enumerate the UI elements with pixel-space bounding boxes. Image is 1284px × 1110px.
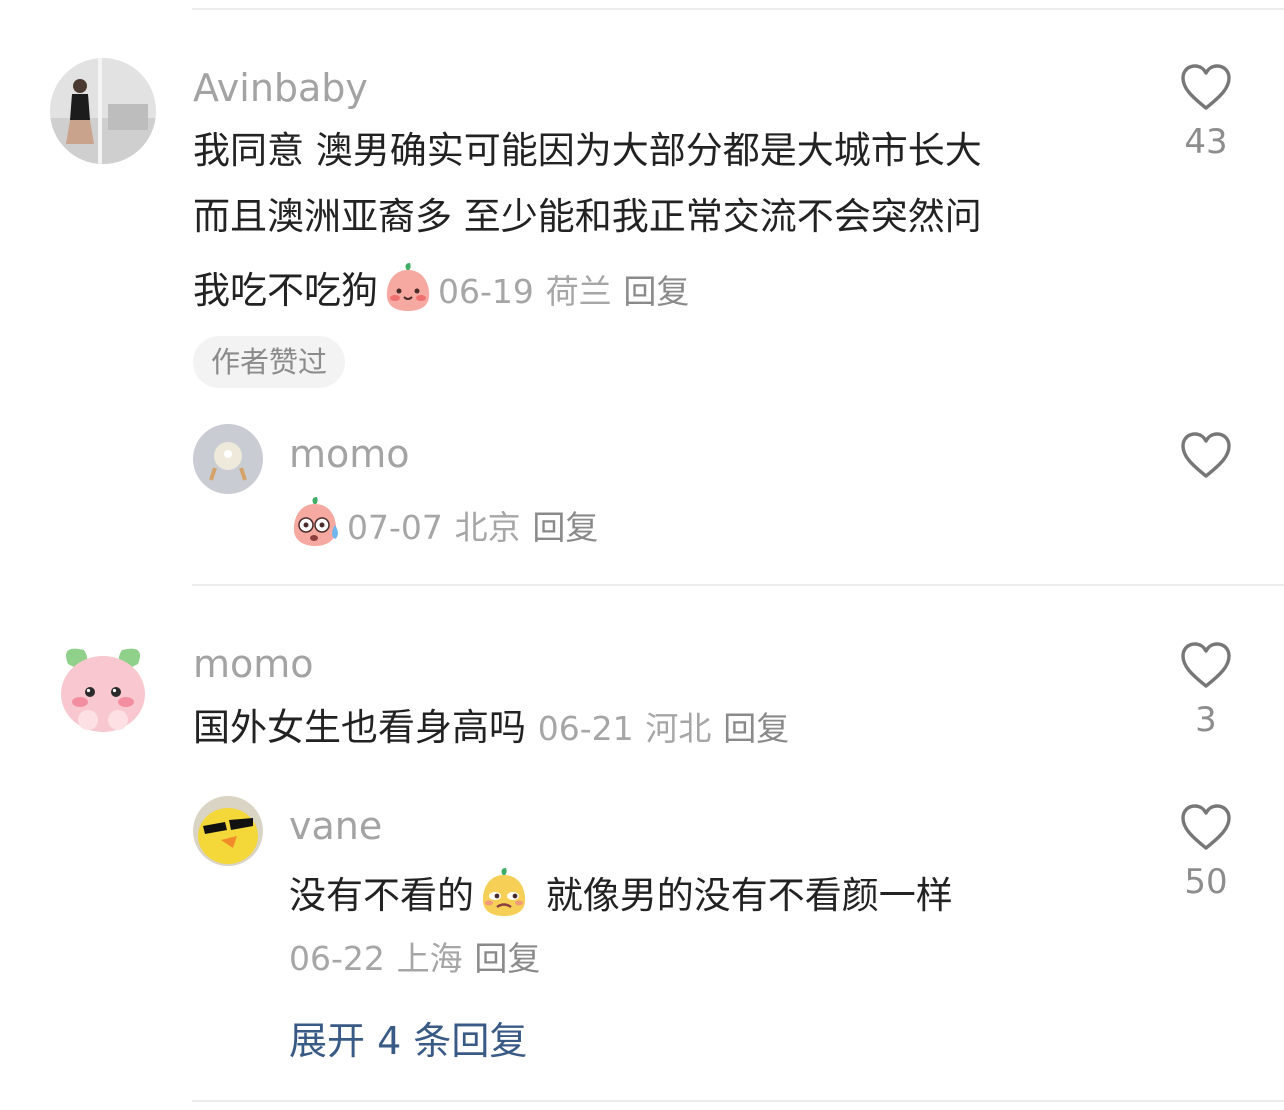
comment-text-line: 国外女生也看身高吗 06-21 河北 回复 (193, 705, 789, 752)
like-button[interactable]: 50 (1166, 802, 1246, 902)
reply-button[interactable]: 回复 (723, 709, 789, 748)
like-button[interactable] (1166, 430, 1246, 490)
like-count: 50 (1184, 862, 1228, 902)
comment-text-line: 而且澳洲亚裔多 至少能和我正常交流不会突然问 (193, 195, 982, 238)
comment-text-line: 我同意 澳男确实可能因为大部分都是大城市长大 (193, 129, 982, 172)
comment-username[interactable]: Avinbaby (193, 66, 368, 110)
blush-peach-emoji (382, 261, 434, 313)
reply-date: 06-22 (289, 939, 385, 978)
reply-username[interactable]: vane (289, 804, 382, 848)
heart-outline-icon (1181, 804, 1231, 850)
reply-button[interactable]: 回复 (474, 939, 540, 978)
top-divider (192, 8, 1284, 10)
reply-location: 上海 (396, 939, 463, 978)
reply-meta-line: 07-07 北京 回复 (289, 495, 598, 551)
reply-button[interactable]: 回复 (623, 272, 689, 311)
reply-location: 北京 (454, 508, 521, 547)
reply-username[interactable]: momo (289, 432, 410, 476)
avatar[interactable] (193, 796, 263, 866)
reply-text: 就像男的没有不看颜一样 (534, 874, 953, 917)
reply-meta-line: 06-22 上海 回复 (289, 935, 540, 982)
reply-button[interactable]: 回复 (532, 508, 598, 547)
reply-date: 07-07 (347, 508, 443, 547)
like-button[interactable]: 3 (1166, 640, 1246, 740)
expand-replies-link[interactable]: 展开 4 条回复 (289, 1018, 527, 1064)
like-count: 3 (1195, 700, 1217, 740)
avatar[interactable] (193, 424, 263, 494)
heart-outline-icon (1181, 64, 1231, 110)
bottom-divider (192, 1100, 1284, 1102)
comment-text: 国外女生也看身高吗 (193, 706, 526, 749)
like-button[interactable]: 43 (1166, 62, 1246, 162)
avatar[interactable] (50, 634, 156, 740)
smug-face-emoji (478, 866, 530, 918)
comment-text-line: 我吃不吃狗 (193, 269, 378, 312)
heart-outline-icon (1181, 432, 1231, 478)
comment-divider (192, 584, 1284, 586)
comment-location: 河北 (645, 709, 712, 748)
comment-text-last-line: 我吃不吃狗 06-19 荷兰 回复 (193, 261, 689, 315)
heart-outline-icon (1181, 642, 1231, 688)
comment-date: 06-19 (438, 272, 534, 311)
avatar[interactable] (50, 58, 156, 164)
sweat-peach-emoji (289, 495, 343, 549)
author-liked-tag: 作者赞过 (193, 336, 346, 388)
comment-date: 06-21 (537, 709, 634, 748)
reply-text: 没有不看的 (289, 874, 474, 917)
comment-username[interactable]: momo (193, 642, 314, 686)
like-count: 43 (1184, 122, 1228, 162)
comment-location: 荷兰 (545, 272, 612, 311)
reply-text-line: 没有不看的 就像男的没有不看颜一样 (289, 866, 953, 919)
